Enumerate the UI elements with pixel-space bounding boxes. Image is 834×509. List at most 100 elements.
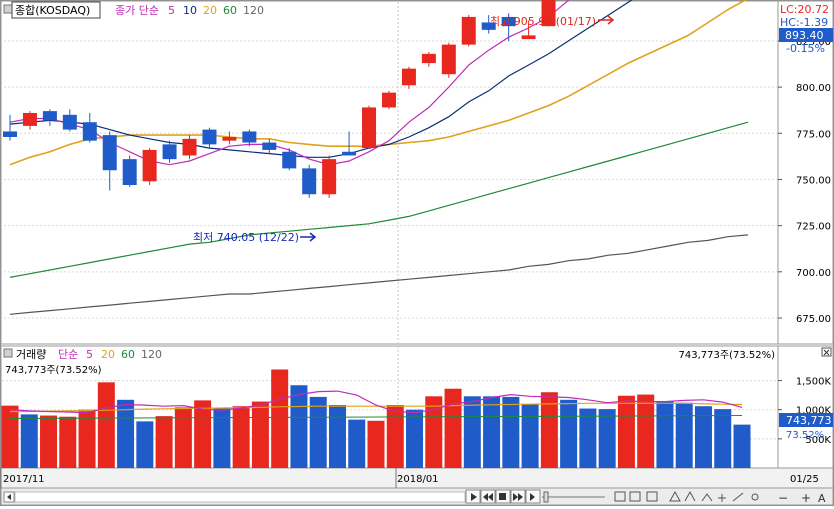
volume-bar xyxy=(521,403,539,468)
price-tick-label: 850.00 xyxy=(796,0,831,2)
volume-legend-ma5: 5 xyxy=(86,348,93,361)
volume-bar xyxy=(1,405,19,468)
volume-bar xyxy=(155,416,173,468)
volume-bar xyxy=(40,415,58,468)
volume-legend-ma20: 20 xyxy=(101,348,115,361)
candle xyxy=(122,155,137,187)
legend-ma120: 120 xyxy=(243,4,264,17)
current-price: 893.40 xyxy=(785,29,824,42)
candle-body xyxy=(22,112,37,126)
volume-bar xyxy=(251,401,269,468)
volume-bar xyxy=(97,382,115,468)
candle-body xyxy=(262,142,277,150)
volume-bar xyxy=(425,396,443,468)
volume-bar xyxy=(20,414,38,468)
volume-bar xyxy=(463,396,481,468)
candle-body xyxy=(401,68,416,86)
volume-panel-menu-icon[interactable] xyxy=(3,348,13,358)
candle-body xyxy=(222,136,237,141)
candle-body xyxy=(362,107,377,149)
candle xyxy=(381,90,396,110)
candle-body xyxy=(162,144,177,160)
candle-body xyxy=(122,159,137,186)
candle-body xyxy=(242,131,257,143)
candle-body xyxy=(302,168,317,195)
candle-body xyxy=(42,111,57,121)
change-percent: -0.15% xyxy=(786,42,825,55)
candle xyxy=(461,15,476,47)
volume-bar xyxy=(348,419,366,468)
candle xyxy=(322,155,337,198)
volume-bar xyxy=(232,406,250,468)
candle-body xyxy=(182,138,197,156)
candle-body xyxy=(62,114,77,130)
chart-canvas: 675.00700.00725.00750.00775.00800.00825.… xyxy=(0,0,834,506)
current-volume: 743,773 xyxy=(786,414,832,427)
zoom-in-icon[interactable]: + xyxy=(801,491,811,505)
price-tick-label: 700.00 xyxy=(796,268,831,279)
candle-body xyxy=(82,122,97,141)
zoom-out-icon[interactable]: − xyxy=(778,491,788,505)
legend-ma10: 10 xyxy=(183,4,197,17)
volume-bar xyxy=(733,424,751,468)
x-label-start: 2017/11 xyxy=(3,474,45,485)
candle-body xyxy=(282,151,297,169)
candle-body xyxy=(342,151,357,156)
volume-bar xyxy=(174,407,192,468)
volume-bar xyxy=(560,399,578,468)
font-size-icon[interactable]: A xyxy=(818,492,826,505)
volume-bar xyxy=(290,385,308,468)
legend-ma5: 5 xyxy=(168,4,175,17)
volume-right-value: 743,773주(73.52%) xyxy=(679,350,776,361)
hc-label: HC:-1.39 xyxy=(780,16,828,29)
current-volume-pct: 73.52% xyxy=(786,430,824,441)
candle-body xyxy=(102,135,117,171)
x-label-mid: 2018/01 xyxy=(397,474,439,485)
price-tick-label: 800.00 xyxy=(796,83,831,94)
volume-bar xyxy=(406,409,424,468)
lc-label: LC:20.72 xyxy=(780,3,829,16)
volume-title: 거래량 xyxy=(16,348,46,361)
candle-body xyxy=(322,159,337,195)
price-panel-menu-icon[interactable] xyxy=(3,4,13,14)
price-tick-label: 775.00 xyxy=(796,129,831,140)
candle-body xyxy=(142,149,157,182)
volume-bar xyxy=(136,421,154,468)
candle xyxy=(302,164,317,198)
volume-bar xyxy=(598,409,616,468)
legend-label: 종가 단순 xyxy=(115,4,159,17)
volume-bar xyxy=(386,405,404,468)
candle-body xyxy=(381,92,396,108)
volume-bar xyxy=(675,402,693,468)
volume-bar xyxy=(59,416,77,468)
price-tick-label: 725.00 xyxy=(796,222,831,233)
price-tick-label: 750.00 xyxy=(796,175,831,186)
volume-bar xyxy=(483,396,501,468)
stop-icon xyxy=(499,493,506,500)
volume-bar xyxy=(502,396,520,468)
price-tick-label: 675.00 xyxy=(796,314,831,325)
scroll-track[interactable] xyxy=(14,491,466,503)
candle-body xyxy=(441,44,456,75)
volume-tick-label: 1,500K xyxy=(796,377,832,388)
chart-window: 675.00 700.00 725.00 750.00 775.00 800.00 825.… xyxy=(0,0,834,506)
volume-bar xyxy=(579,408,597,468)
volume-bar xyxy=(194,400,212,468)
candle-body xyxy=(521,35,536,40)
candle-body xyxy=(202,129,217,145)
candle xyxy=(441,42,456,78)
chart-title: 종합(KOSDAQ) xyxy=(15,4,90,17)
legend-ma60: 60 xyxy=(223,4,237,17)
volume-legend-ma120: 120 xyxy=(141,348,162,361)
volume-bar xyxy=(328,405,346,468)
candle xyxy=(142,148,157,186)
x-label-end: 01/25 xyxy=(790,474,819,485)
volume-bar xyxy=(367,420,385,468)
volume-left-value: 743,773주(73.52%) xyxy=(5,365,102,376)
price-plot-area xyxy=(0,0,779,345)
volume-bar xyxy=(637,394,655,468)
volume-bar xyxy=(309,396,327,468)
zoom-slider-handle[interactable] xyxy=(543,491,549,503)
volume-bar xyxy=(714,409,732,468)
candle-body xyxy=(461,16,476,45)
